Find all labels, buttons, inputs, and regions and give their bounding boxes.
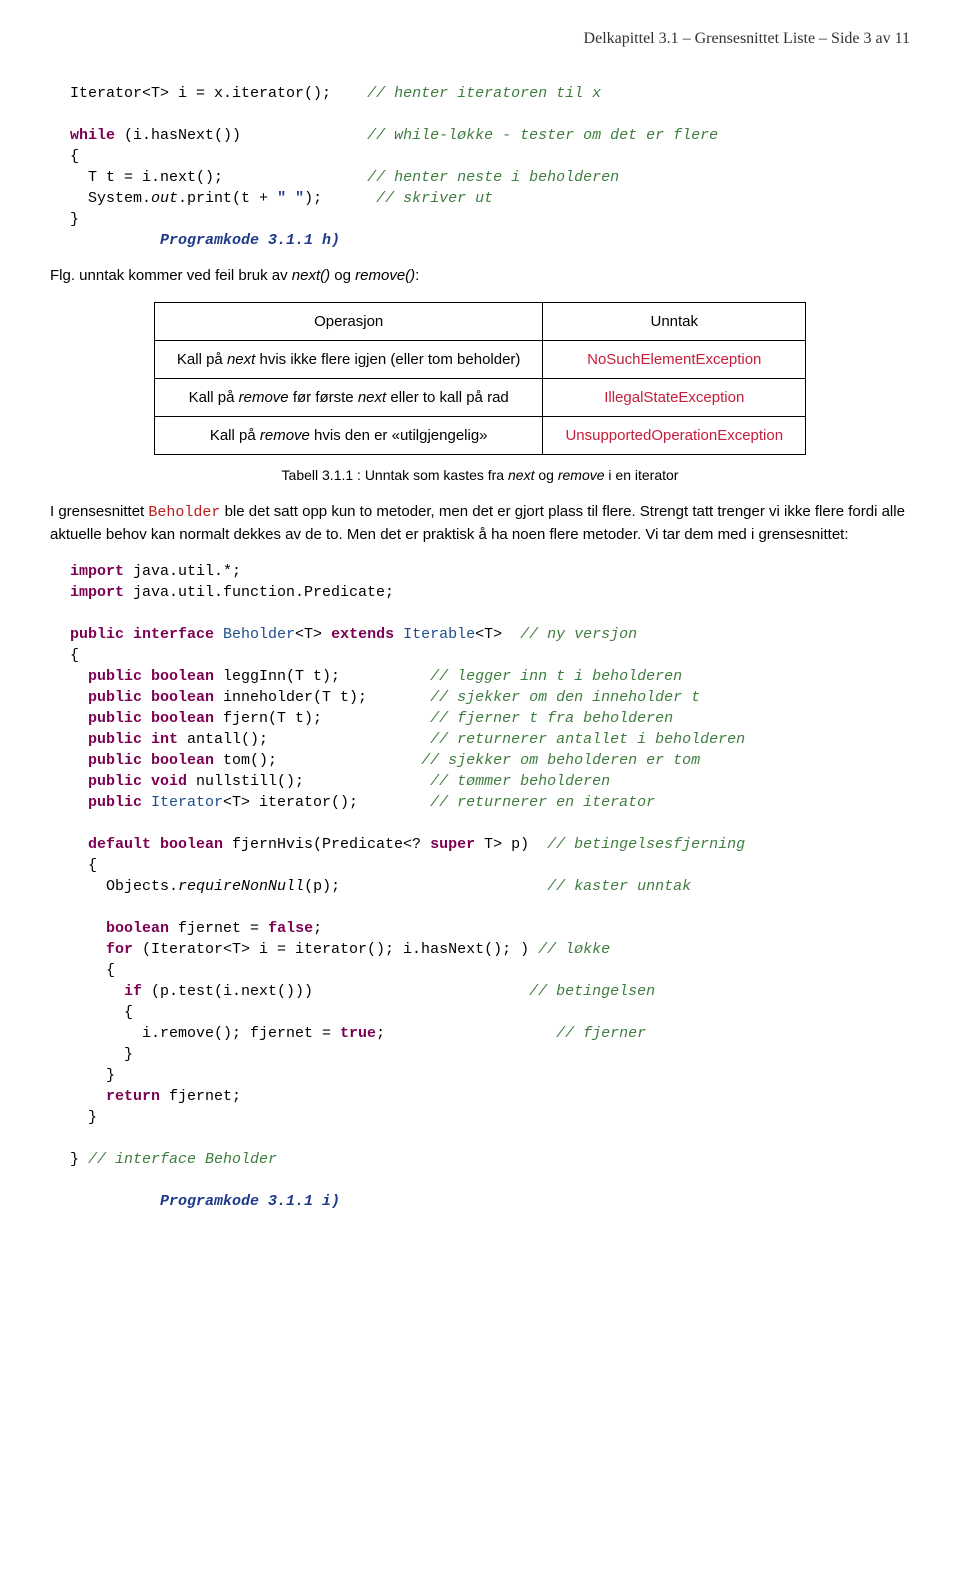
exception-table: Operasjon Unntak Kall på next hvis ikke …: [154, 302, 806, 455]
table-cell: Kall på next hvis ikke flere igjen (elle…: [154, 340, 543, 378]
header-chapter: Delkapittel 3.1: [584, 30, 679, 47]
table-cell-exception: UnsupportedOperationException: [543, 416, 806, 454]
table-header-exception: Unntak: [543, 302, 806, 340]
code-block-1: Iterator<T> i = x.iterator(); // henter …: [70, 83, 910, 251]
table-row: Kall på remove hvis den er «utilgjengeli…: [154, 416, 805, 454]
table-row: Kall på next hvis ikke flere igjen (elle…: [154, 340, 805, 378]
header-title: Grensesnittet Liste: [695, 30, 815, 47]
table-cell: Kall på remove hvis den er «utilgjengeli…: [154, 416, 543, 454]
table-cell-exception: IllegalStateException: [543, 378, 806, 416]
table-cell: Kall på remove før første next eller to …: [154, 378, 543, 416]
paragraph-beholder: I grensesnittet Beholder ble det satt op…: [50, 501, 910, 547]
table-cell-exception: NoSuchElementException: [543, 340, 806, 378]
code-block-2: import java.util.*; import java.util.fun…: [70, 561, 910, 1212]
table-row: Operasjon Unntak: [154, 302, 805, 340]
header-page: Side 3 av 11: [831, 30, 910, 47]
table-caption: Tabell 3.1.1 : Unntak som kastes fra nex…: [50, 467, 910, 483]
table-row: Kall på remove før første next eller to …: [154, 378, 805, 416]
paragraph-exceptions: Flg. unntak kommer ved feil bruk av next…: [50, 265, 910, 288]
page-content: Delkapittel 3.1 – Grensesnittet Liste – …: [0, 0, 960, 1252]
page-header: Delkapittel 3.1 – Grensesnittet Liste – …: [50, 20, 910, 73]
table-header-operation: Operasjon: [154, 302, 543, 340]
